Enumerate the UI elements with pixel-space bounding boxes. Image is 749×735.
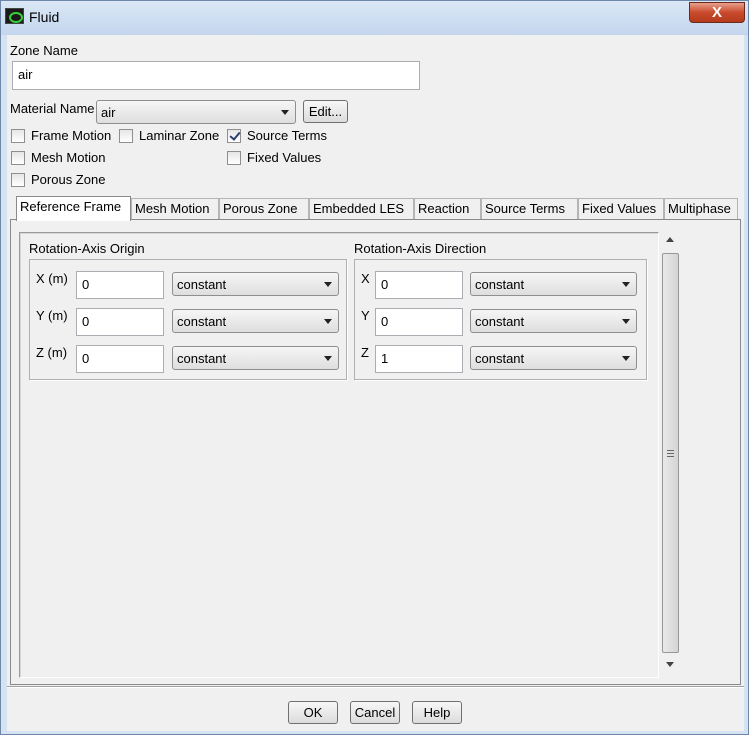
direction-x-method-dropdown[interactable]: constant [470,272,637,296]
edit-material-button[interactable]: Edit... [303,100,348,123]
laminar-zone-label: Laminar Zone [139,128,220,143]
grip-line [667,450,674,451]
chevron-down-icon [324,319,332,324]
origin-x-method-value: constant [177,277,227,292]
checkbox-box-checked [227,128,241,143]
scrollbar-thumb[interactable] [662,253,679,653]
porous-zone-label: Porous Zone [31,172,106,187]
material-name-label: Material Name [10,101,95,116]
origin-y-label: Y (m) [36,308,68,323]
close-button[interactable]: X [689,2,745,23]
tab-source-terms[interactable]: Source Terms [481,198,578,220]
footer-separator [7,686,744,688]
scroll-down-icon[interactable] [666,662,674,667]
chevron-down-icon [622,282,630,287]
zone-name-label: Zone Name [10,43,78,58]
checkbox-box [227,150,241,165]
grip-line [667,453,674,454]
origin-x-input[interactable]: 0 [76,271,164,299]
scroll-up-icon[interactable] [666,237,674,242]
direction-y-method-dropdown[interactable]: constant [470,309,637,333]
window-title: Fluid [29,9,60,25]
direction-x-input[interactable]: 0 [375,271,463,299]
ok-button[interactable]: OK [288,701,338,724]
scroll-content: Rotation-Axis Origin X (m) 0 constant Y … [19,232,659,678]
fluid-dialog: Fluid X Zone Name air Material Name air … [0,0,749,735]
reference-frame-panel: Rotation-Axis Origin X (m) 0 constant Y … [10,219,741,685]
direction-y-input[interactable]: 0 [375,308,463,336]
fixed-values-checkbox[interactable]: Fixed Values [227,150,321,165]
checkbox-box [11,150,25,165]
origin-y-method-value: constant [177,314,227,329]
cancel-button[interactable]: Cancel [350,701,400,724]
origin-z-method-dropdown[interactable]: constant [172,346,339,370]
origin-z-label: Z (m) [36,345,68,360]
title-bar: Fluid X [1,1,748,35]
checkbox-box [11,128,25,143]
direction-y-method-value: constant [475,314,525,329]
direction-x-method-value: constant [475,277,525,292]
mesh-motion-checkbox[interactable]: Mesh Motion [11,150,105,165]
origin-z-method-value: constant [177,351,227,366]
source-terms-checkbox[interactable]: Source Terms [227,128,327,143]
rotation-axis-direction-title: Rotation-Axis Direction [354,241,487,256]
rotation-axis-origin-title: Rotation-Axis Origin [29,241,145,256]
grip-line [667,456,674,457]
source-terms-label: Source Terms [247,128,327,143]
chevron-down-icon [324,356,332,361]
tab-reaction[interactable]: Reaction [414,198,481,220]
fixed-values-label: Fixed Values [247,150,322,165]
tab-porous-zone[interactable]: Porous Zone [219,198,309,220]
porous-zone-checkbox[interactable]: Porous Zone [11,172,105,187]
origin-z-input[interactable]: 0 [76,345,164,373]
laminar-zone-checkbox[interactable]: Laminar Zone [119,128,219,143]
direction-x-label: X [361,271,370,286]
vertical-scrollbar[interactable] [661,232,680,673]
frame-motion-checkbox[interactable]: Frame Motion [11,128,111,143]
tab-mesh-motion[interactable]: Mesh Motion [131,198,219,220]
direction-z-input[interactable]: 1 [375,345,463,373]
help-button[interactable]: Help [412,701,462,724]
tab-multiphase[interactable]: Multiphase [664,198,738,220]
tab-fixed-values[interactable]: Fixed Values [578,198,664,220]
checkbox-box [119,128,133,143]
app-icon [5,8,24,24]
direction-y-label: Y [361,308,370,323]
tab-reference-frame[interactable]: Reference Frame [16,196,131,221]
mesh-motion-label: Mesh Motion [31,150,106,165]
direction-z-label: Z [361,345,369,360]
frame-motion-label: Frame Motion [31,128,112,143]
rotation-axis-origin-group: X (m) 0 constant Y (m) 0 constant Z (m) … [29,259,347,380]
chevron-down-icon [622,356,630,361]
dialog-body: Zone Name air Material Name air Edit... … [7,35,744,731]
rotation-axis-direction-group: X 0 constant Y 0 constant Z 1 constant [354,259,647,380]
direction-z-method-dropdown[interactable]: constant [470,346,637,370]
zone-name-input[interactable]: air [12,61,420,90]
origin-y-input[interactable]: 0 [76,308,164,336]
material-dropdown-value: air [101,105,116,120]
chevron-down-icon [281,110,289,115]
origin-y-method-dropdown[interactable]: constant [172,309,339,333]
direction-z-method-value: constant [475,351,525,366]
tab-embedded-les[interactable]: Embedded LES [309,198,414,220]
checkbox-box [11,172,25,187]
material-dropdown[interactable]: air [96,100,296,124]
chevron-down-icon [324,282,332,287]
origin-x-method-dropdown[interactable]: constant [172,272,339,296]
chevron-down-icon [622,319,630,324]
origin-x-label: X (m) [36,271,68,286]
